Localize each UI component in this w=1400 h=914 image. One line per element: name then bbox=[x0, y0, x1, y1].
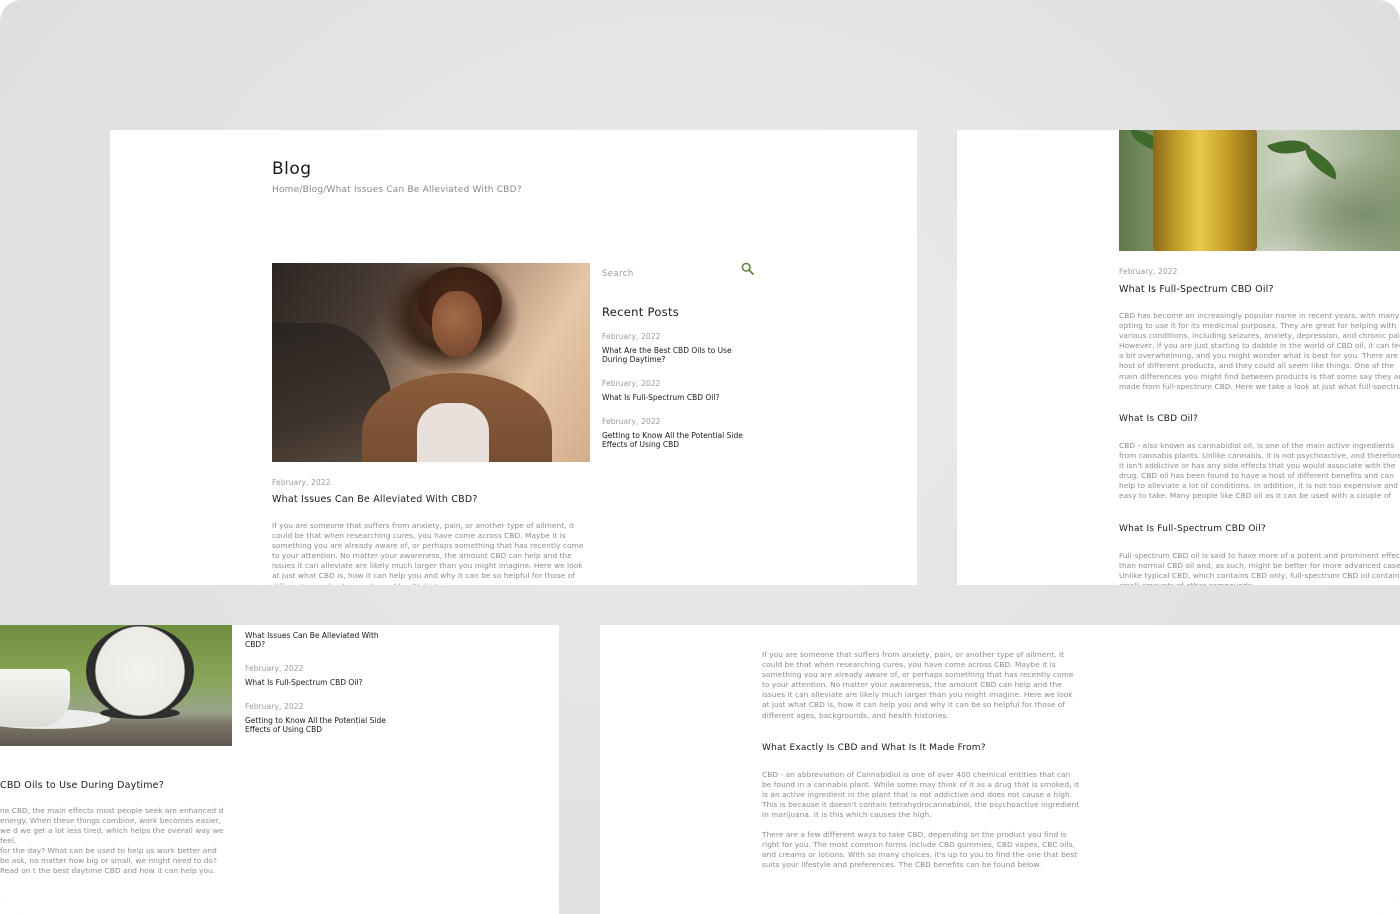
recent-posts-heading: Recent Posts bbox=[602, 305, 680, 319]
image-cup bbox=[0, 669, 70, 727]
image-figure-face bbox=[432, 291, 482, 357]
recent-post-date: February, 2022 bbox=[602, 417, 661, 426]
article-hero-image bbox=[0, 625, 232, 746]
post-featured-image[interactable] bbox=[272, 263, 590, 462]
recent-post-date: February, 2022 bbox=[602, 332, 661, 341]
recent-post-link[interactable]: Getting to Know All the Potential Side E… bbox=[602, 431, 752, 449]
article-title: What Is Full-Spectrum CBD Oil? bbox=[1119, 284, 1274, 295]
blog-page-preview: Blog Home/Blog/What Issues Can Be Allevi… bbox=[110, 130, 917, 585]
showcase-backdrop: Blog Home/Blog/What Issues Can Be Allevi… bbox=[0, 0, 1400, 914]
article-paragraph: ne CBD, the main effects most people see… bbox=[0, 806, 224, 846]
image-leaf bbox=[1299, 146, 1343, 180]
recent-post-link[interactable]: What Is Full-Spectrum CBD Oil? bbox=[602, 393, 752, 402]
full-spectrum-article-preview: February, 2022 What Is Full-Spectrum CBD… bbox=[957, 130, 1400, 585]
image-figure-shirt bbox=[417, 403, 489, 462]
article-body-preview: If you are someone that suffers from anx… bbox=[600, 625, 1400, 914]
article-title: CBD Oils to Use During Daytime? bbox=[0, 780, 164, 791]
post-title[interactable]: What Issues Can Be Alleviated With CBD? bbox=[272, 494, 478, 505]
daytime-article-preview: What Issues Can Be Alleviated With CBD? … bbox=[0, 625, 559, 914]
image-leaf bbox=[1267, 131, 1311, 163]
section-heading: What Is CBD Oil? bbox=[1119, 414, 1199, 424]
image-oil-bottle bbox=[1153, 130, 1257, 251]
recent-post-date: February, 2022 bbox=[245, 702, 304, 711]
section-heading: What Is Full-Spectrum CBD Oil? bbox=[1119, 524, 1266, 534]
search-icon[interactable] bbox=[741, 262, 754, 275]
page-title: Blog bbox=[272, 159, 312, 179]
recent-post-link[interactable]: Getting to Know All the Potential Side E… bbox=[245, 716, 395, 734]
search-input[interactable]: Search bbox=[602, 269, 634, 279]
article-date: February, 2022 bbox=[1119, 267, 1178, 276]
section-paragraph: CBD - also known as cannabidiol oil, is … bbox=[1119, 441, 1400, 502]
recent-post-link[interactable]: What Is Full-Spectrum CBD Oil? bbox=[245, 678, 395, 687]
recent-post-date: February, 2022 bbox=[245, 664, 304, 673]
article-hero-image bbox=[1119, 130, 1400, 251]
article-paragraph: for the day? What can be used to help us… bbox=[0, 846, 217, 876]
section-paragraph: Full-spectrum CBD oil is said to have mo… bbox=[1119, 551, 1400, 585]
recent-post-link[interactable]: What Are the Best CBD Oils to Use During… bbox=[602, 346, 742, 364]
recent-post-link[interactable]: What Issues Can Be Alleviated With CBD? bbox=[245, 631, 385, 649]
search-field[interactable]: Search bbox=[602, 261, 756, 279]
section-heading: What Exactly Is CBD and What Is It Made … bbox=[762, 743, 986, 753]
article-intro: CBD has become an increasingly popular n… bbox=[1119, 311, 1400, 392]
post-excerpt: If you are someone that suffers from anx… bbox=[272, 521, 584, 585]
section-paragraph: There are a few different ways to take C… bbox=[762, 830, 1078, 870]
breadcrumb[interactable]: Home/Blog/What Issues Can Be Alleviated … bbox=[272, 185, 522, 195]
article-paragraph: If you are someone that suffers from anx… bbox=[762, 650, 1074, 720]
section-paragraph: CBD - an abbreviation of Cannabidiol is … bbox=[762, 770, 1080, 820]
image-alarm-clock bbox=[86, 625, 194, 717]
recent-post-date: February, 2022 bbox=[602, 379, 661, 388]
post-date: February, 2022 bbox=[272, 478, 331, 487]
